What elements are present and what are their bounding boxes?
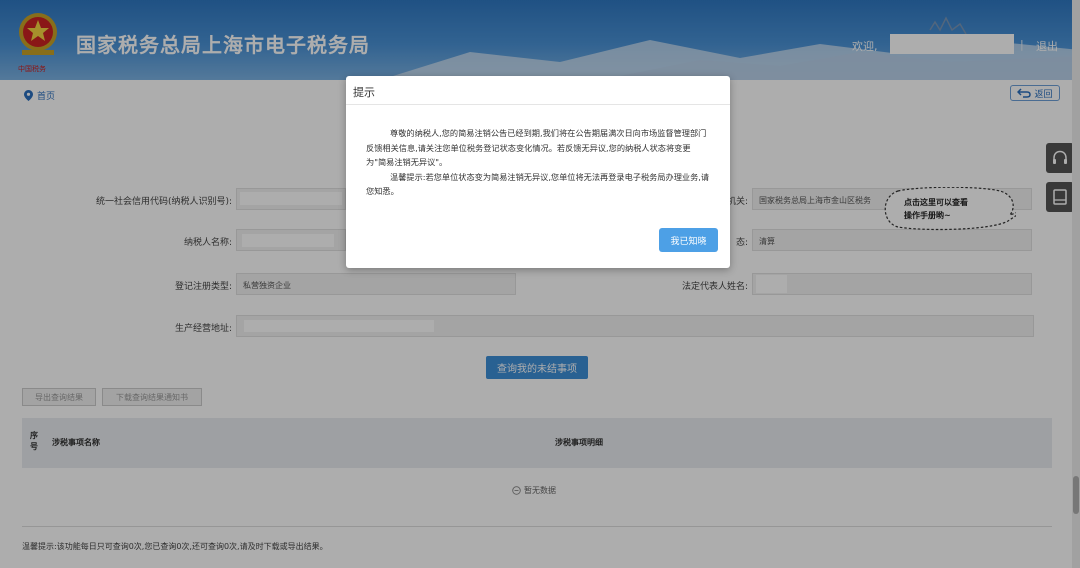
dialog-paragraph-2: 温馨提示:若您单位状态变为简易注销无异议,您单位将无法再登录电子税务局办理业务,…	[366, 171, 710, 197]
notice-dialog: 提示 尊敬的纳税人,您的简易注销公告已经到期,我们将在公告期届满次日向市场监督管…	[346, 76, 730, 268]
dialog-paragraph-1: 尊敬的纳税人,您的简易注销公告已经到期,我们将在公告期届满次日向市场监督管理部门…	[366, 128, 707, 167]
dialog-title: 提示	[346, 76, 730, 105]
dialog-body: 尊敬的纳税人,您的简易注销公告已经到期,我们将在公告期届满次日向市场监督管理部门…	[366, 126, 710, 199]
acknowledge-button[interactable]: 我已知晓	[659, 228, 718, 252]
